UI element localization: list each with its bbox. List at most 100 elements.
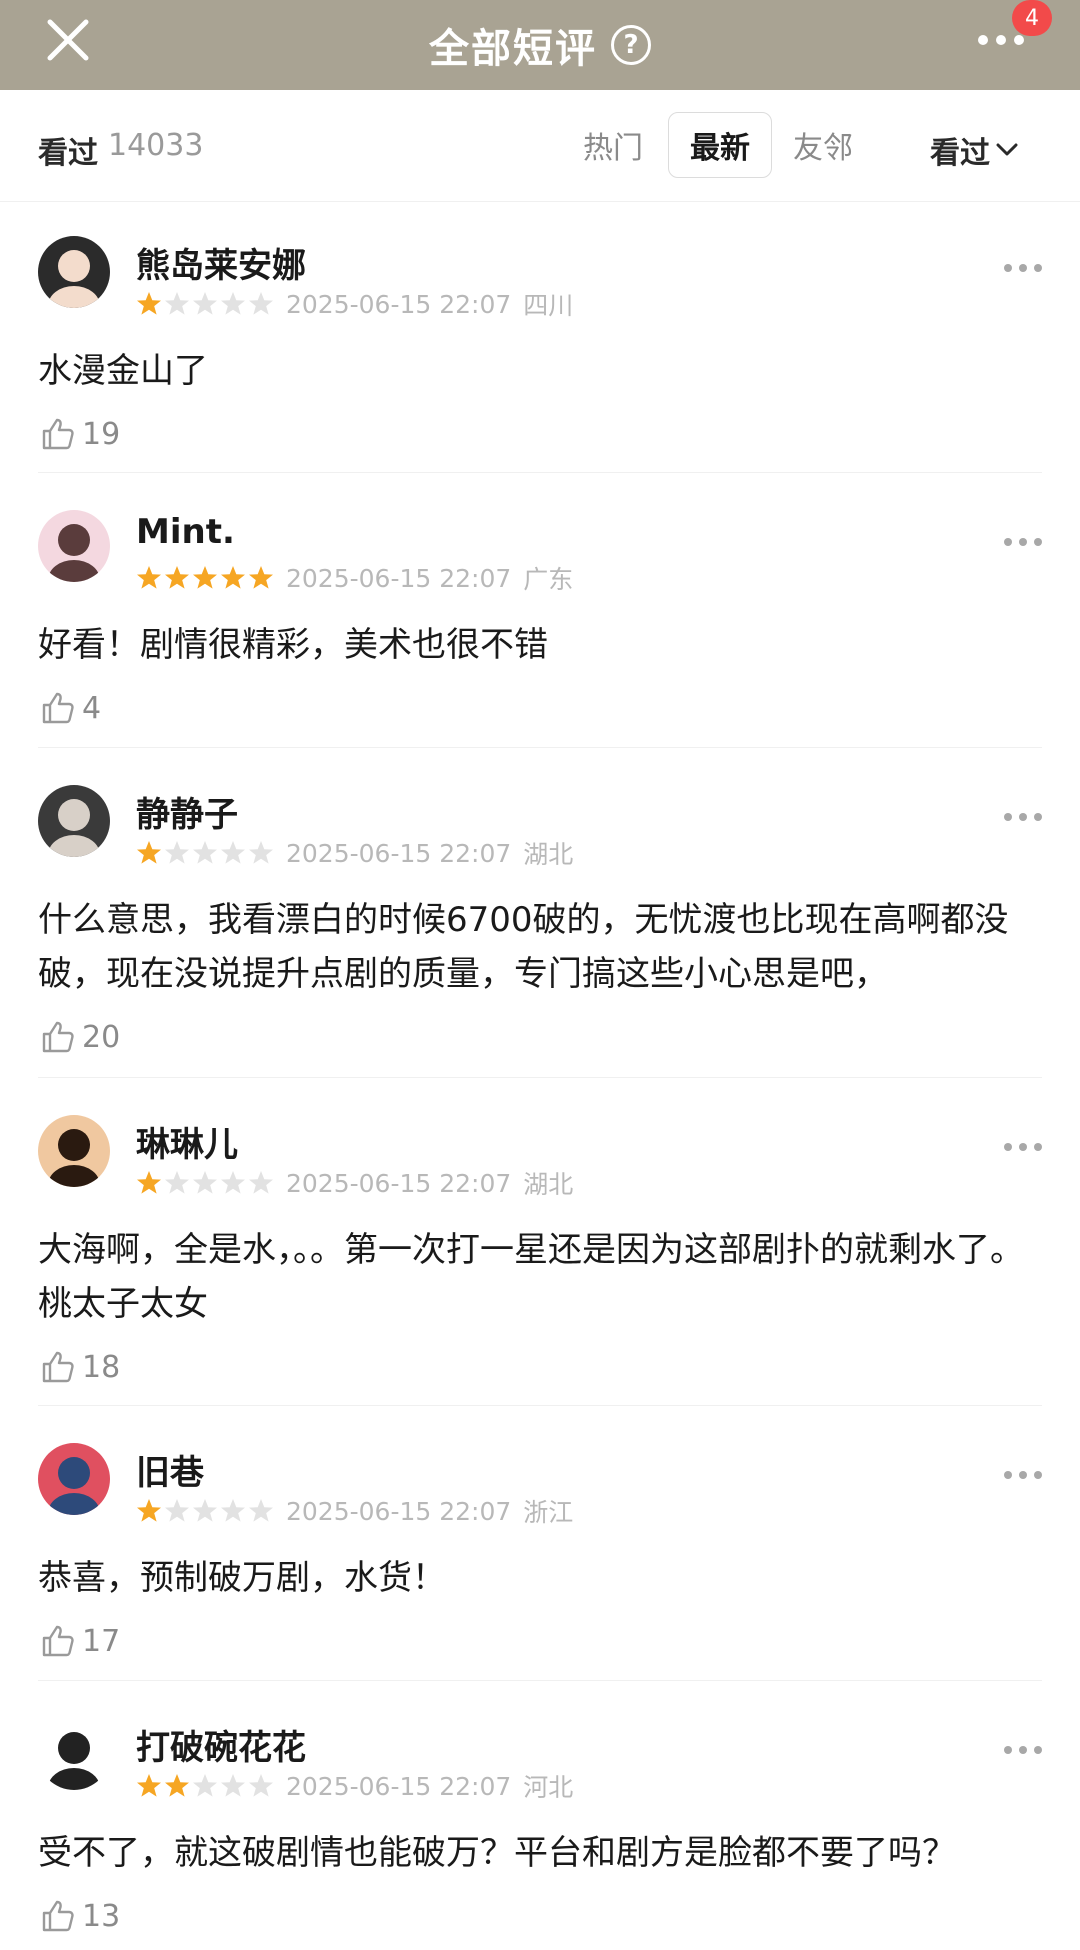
rating-stars [136,840,274,866]
review-text: 什么意思，我看漂白的时候6700破的，无忧渡也比现在高啊都没破，现在没说提升点剧… [38,900,1009,994]
thumbs-up-icon [42,1625,74,1657]
review-time: 2025-06-15 22:07 [286,838,512,868]
star-icon [221,1171,245,1194]
chevron-down-icon [996,143,1018,156]
review-divider [38,1077,1042,1078]
review-more-icon[interactable] [1004,1143,1042,1151]
star-icon [249,841,273,864]
review-meta: 2025-06-15 22:07 湖北 [136,835,573,871]
review-more-icon[interactable] [1004,264,1042,272]
close-icon[interactable] [44,16,94,66]
like-count: 4 [82,690,102,726]
avatar[interactable] [38,1718,110,1790]
like-button[interactable]: 13 [40,1898,120,1934]
username[interactable]: Mint. [136,512,235,552]
star-icon [137,566,161,589]
thumbs-up-icon [42,418,74,450]
review-more-icon[interactable] [1004,813,1042,821]
review-item[interactable]: 熊岛莱安娜 2025-06-15 22:07 四川 水漫金山了 19 [0,236,1080,468]
review-meta: 2025-06-15 22:07 浙江 [136,1493,573,1529]
like-count: 20 [82,1019,121,1055]
review-text: 水漫金山了 [38,351,208,391]
review-meta: 2025-06-15 22:07 广东 [136,560,573,596]
star-icon [137,841,161,864]
review-text: 恭喜，预制破万剧，水货！ [38,1558,446,1598]
thumbs-up-icon [42,1351,74,1383]
username[interactable]: 琳琳儿 [136,1117,238,1166]
avatar[interactable] [38,1115,110,1187]
like-button[interactable]: 17 [40,1623,120,1659]
avatar[interactable] [38,1443,110,1515]
review-region: 广东 [523,565,574,594]
review-item[interactable]: Mint. 2025-06-15 22:07 广东好看！剧情很精彩，美术也很不错 4 [0,510,1080,742]
seen-filter-dropdown[interactable]: 看过 [930,128,1018,172]
star-icon [249,292,273,315]
review-meta: 2025-06-15 22:07 河北 [136,1768,573,1804]
review-more-icon[interactable] [1004,538,1042,546]
rating-stars [136,1773,274,1799]
username[interactable]: 打破碗花花 [136,1720,306,1769]
like-count: 17 [82,1623,121,1659]
review-time: 2025-06-15 22:07 [286,1771,512,1801]
like-button[interactable]: 20 [40,1019,120,1055]
star-icon [137,1499,161,1522]
username[interactable]: 熊岛莱安娜 [136,238,306,287]
star-icon [249,1774,273,1797]
thumbs-up-icon [42,1021,74,1053]
review-divider [38,747,1042,748]
seen-label: 看过 [38,136,98,171]
like-count: 19 [82,416,121,452]
review-divider [38,1405,1042,1406]
avatar[interactable] [38,510,110,582]
star-icon [193,1499,217,1522]
like-button[interactable]: 4 [40,690,101,726]
username[interactable]: 静静子 [136,787,238,836]
star-icon [193,292,217,315]
star-icon [193,566,217,589]
review-divider [38,472,1042,473]
star-icon [221,841,245,864]
review-more-icon[interactable] [1004,1471,1042,1479]
star-icon [165,1171,189,1194]
title-group: 全部短评 ? [429,16,651,74]
username[interactable]: 旧巷 [136,1445,204,1494]
review-item[interactable]: 静静子 2025-06-15 22:07 湖北什么意思，我看漂白的时候6700破的，… [0,785,1080,1071]
tab-friends[interactable]: 友邻 [788,112,858,178]
help-icon[interactable]: ? [611,25,651,65]
review-item[interactable]: 琳琳儿 2025-06-15 22:07 湖北 大海啊，全是水，。。第一次打一星还是因… [0,1115,1080,1401]
like-button[interactable]: 19 [40,416,120,452]
like-count: 18 [82,1349,121,1385]
review-region: 河北 [523,1773,574,1802]
star-icon [221,1774,245,1797]
like-button[interactable]: 18 [40,1349,120,1385]
review-time: 2025-06-15 22:07 [286,563,512,593]
tab-latest[interactable]: 最新 [668,112,772,178]
review-item[interactable]: 旧巷 2025-06-15 22:07 浙江恭喜，预制破万剧，水货！ 17 [0,1443,1080,1675]
avatar[interactable] [38,785,110,857]
review-region: 湖北 [523,840,574,869]
star-icon [165,566,189,589]
star-icon [193,1774,217,1797]
tab-hot[interactable]: 热门 [578,112,648,178]
star-icon [221,1499,245,1522]
review-region: 浙江 [523,1498,574,1527]
star-icon [165,292,189,315]
rating-stars [136,291,274,317]
review-time: 2025-06-15 22:07 [286,1496,512,1526]
star-icon [137,1171,161,1194]
filter-bar: 看过 14033 热门 最新 友邻 看过 [0,90,1080,202]
review-more-icon[interactable] [1004,1746,1042,1754]
review-text: 好看！剧情很精彩，美术也很不错 [38,625,548,665]
star-icon [193,1171,217,1194]
review-text: 大海啊，全是水，。。第一次打一星还是因为这部剧扑的就剩水了。桃太子太女 [38,1230,1024,1324]
review-divider [38,1680,1042,1681]
avatar[interactable] [38,236,110,308]
page-title: 全部短评 [429,26,597,72]
review-item[interactable]: 打破碗花花 2025-06-15 22:07 河北受不了，就这破剧情也能破万？平台和… [0,1718,1080,1950]
review-time: 2025-06-15 22:07 [286,1168,512,1198]
review-text: 受不了，就这破剧情也能破万？平台和剧方是脸都不要了吗？ [38,1833,956,1873]
like-count: 13 [82,1898,121,1934]
top-bar: 全部短评 ? 4 [0,0,1080,90]
star-icon [165,1499,189,1522]
star-icon [249,1171,273,1194]
